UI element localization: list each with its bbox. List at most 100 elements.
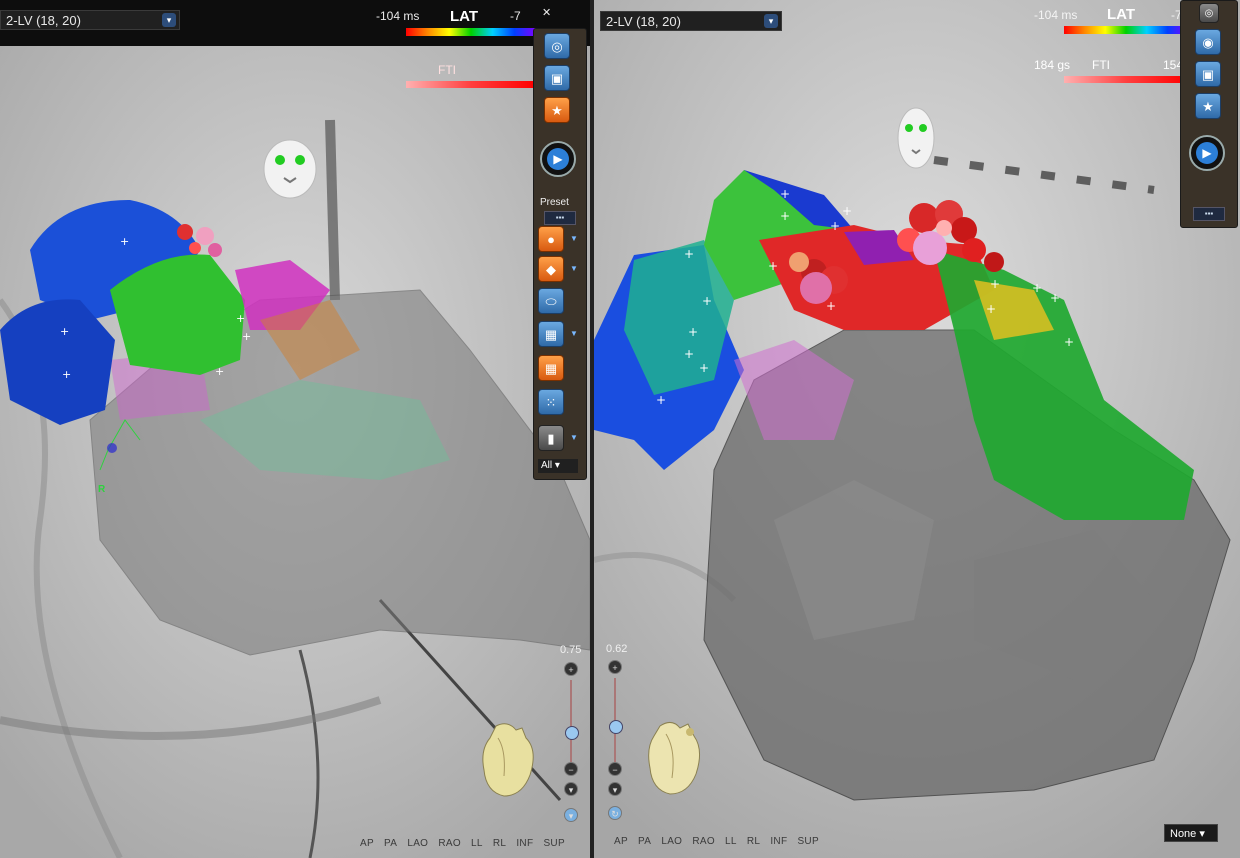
dropdown-chevron-icon: ▾ (162, 13, 176, 27)
view-rao-button[interactable]: RAO (438, 838, 461, 849)
right-view-orientation-buttons: AP PA LAO RAO LL RL INF SUP (614, 836, 826, 847)
left-top-bar: 2-LV (18, 20) ▾ -104 ms LAT -7 ✕ (0, 0, 590, 46)
left-3d-view[interactable]: + + + + + + 2-LV (18, 20) ▾ -104 ms LAT -7 ✕… (0, 0, 590, 858)
view-ll-button[interactable]: LL (471, 838, 483, 849)
chevron-down-icon[interactable]: ▼ (570, 329, 580, 339)
face-orientation-icon (897, 107, 935, 169)
svg-text:+: + (780, 209, 790, 223)
view-sup-button[interactable]: SUP (797, 836, 818, 847)
preset-menu-button[interactable]: ▪▪▪ (1193, 207, 1225, 221)
rotate-down-icon[interactable]: ▾ (564, 782, 578, 796)
left-transparency-track[interactable] (570, 680, 572, 770)
left-fti-label: FTI (438, 63, 456, 77)
globe-icon[interactable]: ◎ (1199, 3, 1219, 23)
svg-text:+: + (684, 247, 694, 261)
electrode-tool-button[interactable]: ◆ (538, 256, 564, 282)
right-map-selector[interactable]: 2-LV (18, 20) ▾ (600, 11, 782, 31)
left-map-selector[interactable]: 2-LV (18, 20) ▾ (0, 10, 180, 30)
play-icon: ▶ (1196, 142, 1218, 164)
svg-text:+: + (688, 325, 698, 339)
view-inf-button[interactable]: INF (770, 836, 787, 847)
right-transparency-thumb[interactable] (609, 720, 623, 734)
ruler-tool-button[interactable]: ▮ (538, 425, 564, 451)
camera-icon[interactable]: ◉ (1195, 29, 1221, 55)
colored-grid-tool-button[interactable]: ▦ (538, 355, 564, 381)
filter-select-label: All (541, 460, 553, 471)
filter-select[interactable]: All ▾ (538, 459, 578, 473)
svg-text:+: + (1050, 291, 1060, 305)
svg-text:+: + (1064, 335, 1074, 349)
right-fti-min-label: 184 gs (1034, 58, 1071, 72)
view-lao-button[interactable]: LAO (407, 838, 428, 849)
view-pa-button[interactable]: PA (638, 836, 651, 847)
left-tool-palette: ◎ ▣ ★ ▶ Preset ▪▪▪ ● ▼ ◆ ▼ ⬭ ▦ ▼ ▦ ⁙ ▮ ▼… (533, 28, 587, 480)
heart-orientation-icon[interactable] (644, 718, 706, 798)
preset-menu-button[interactable]: ▪▪▪ (544, 211, 576, 225)
right-map-selector-label: 2-LV (18, 20) (606, 14, 681, 29)
view-rao-button[interactable]: RAO (692, 836, 715, 847)
view-ap-button[interactable]: AP (614, 836, 628, 847)
view-sup-button[interactable]: SUP (543, 838, 564, 849)
svg-text:+: + (62, 368, 71, 381)
camera-icon[interactable]: ▣ (544, 65, 570, 91)
left-lat-min-label: -104 ms (376, 9, 420, 23)
svg-text:+: + (60, 325, 69, 338)
camera-icon[interactable]: ▣ (1195, 61, 1221, 87)
right-fti-colorbar (1064, 76, 1188, 83)
svg-text:+: + (702, 294, 712, 308)
svg-text:+: + (990, 277, 1000, 291)
dropdown-chevron-icon: ▾ (764, 14, 778, 28)
star-icon[interactable]: ★ (1195, 93, 1221, 119)
face-orientation-icon (263, 139, 317, 199)
rotate-icon[interactable]: ↻ (608, 806, 622, 820)
view-inf-button[interactable]: INF (516, 838, 533, 849)
right-lat-min-label: -104 ms (1034, 8, 1078, 22)
catheter-tool-button[interactable]: ● (538, 226, 564, 252)
capsule-tool-button[interactable]: ⬭ (538, 288, 564, 314)
play-button[interactable]: ▶ (1189, 135, 1225, 171)
left-view-orientation-buttons: AP PA LAO RAO LL RL INF SUP (360, 838, 572, 849)
zoom-out-icon[interactable]: − (564, 762, 578, 776)
dot-grid-tool-button[interactable]: ⁙ (538, 389, 564, 415)
left-map-selector-label: 2-LV (18, 20) (6, 13, 81, 28)
heart-orientation-icon[interactable] (478, 720, 540, 800)
left-lat-title: LAT (450, 8, 479, 25)
svg-text:+: + (684, 347, 694, 361)
view-pa-button[interactable]: PA (384, 838, 397, 849)
close-icon[interactable]: ✕ (542, 6, 551, 19)
grid-tool-button[interactable]: ▦ (538, 321, 564, 347)
view-rl-button[interactable]: RL (747, 836, 760, 847)
star-icon[interactable]: ★ (544, 97, 570, 123)
zoom-out-icon[interactable]: − (608, 762, 622, 776)
view-ll-button[interactable]: LL (725, 836, 737, 847)
view-rl-button[interactable]: RL (493, 838, 506, 849)
left-transparency-thumb[interactable] (565, 726, 579, 740)
rotate-icon[interactable]: ▾ (564, 808, 578, 822)
chevron-down-icon[interactable]: ▼ (570, 264, 580, 274)
preset-label: Preset (540, 197, 569, 208)
play-icon: ▶ (547, 148, 569, 170)
zoom-in-icon[interactable]: + (608, 660, 622, 674)
rotate-down-icon[interactable]: ▾ (608, 782, 622, 796)
svg-text:+: + (120, 235, 129, 248)
right-lat-colorbar (1064, 26, 1188, 34)
svg-text:+: + (656, 393, 666, 407)
chevron-down-icon[interactable]: ▼ (570, 433, 580, 443)
svg-text:+: + (826, 299, 836, 313)
play-button[interactable]: ▶ (540, 141, 576, 177)
display-mode-select[interactable]: None ▾ (1164, 824, 1218, 842)
chevron-down-icon[interactable]: ▼ (570, 234, 580, 244)
right-3d-view[interactable]: + + + + + + + + + + + + + + + + + 2-LV (18, 20) ▾ -… (594, 0, 1240, 858)
svg-text:+: + (1032, 281, 1042, 295)
left-fti-colorbar (406, 81, 534, 88)
svg-text:+: + (236, 312, 245, 325)
globe-icon[interactable]: ◎ (544, 33, 570, 59)
view-lao-button[interactable]: LAO (661, 836, 682, 847)
orientation-axis-label: R (98, 484, 106, 495)
zoom-in-icon[interactable]: + (564, 662, 578, 676)
right-tool-palette: ◎ ◉ ▣ ★ ▶ ▪▪▪ (1180, 0, 1238, 228)
view-ap-button[interactable]: AP (360, 838, 374, 849)
left-transparency-value: 0.75 (560, 644, 582, 656)
svg-text:+: + (780, 187, 790, 201)
right-lat-title: LAT (1107, 6, 1136, 23)
